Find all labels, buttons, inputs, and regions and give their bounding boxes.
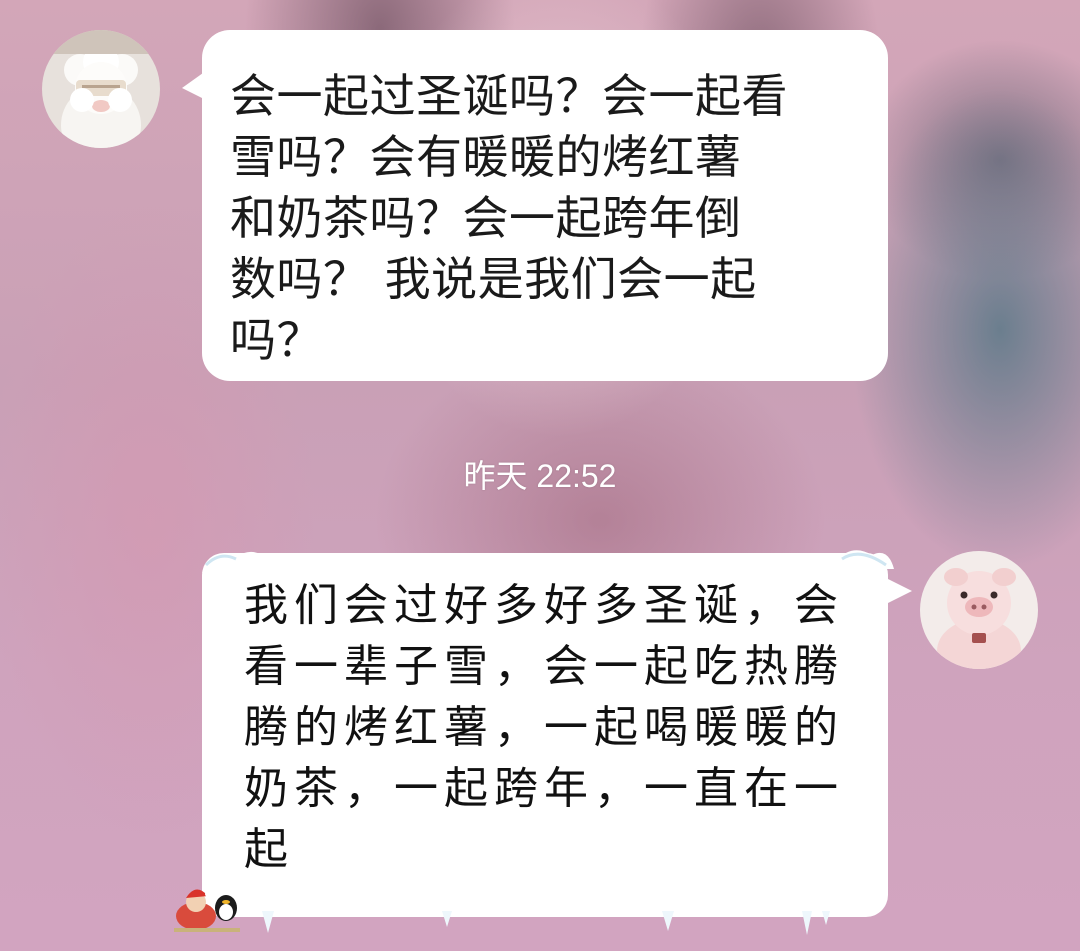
bubble-tail-icon	[884, 577, 912, 605]
incoming-message-text: 会一起过圣诞吗？会一起看 雪吗？会有暖暖的烤红薯 和奶茶吗？会一起跨年倒 数吗？…	[230, 69, 788, 367]
outgoing-message-bubble[interactable]: 我们会过好多好多圣诞，会 看一辈子雪，会一起吃热腾 腾的烤红薯，一起喝暖暖的 奶…	[202, 550, 912, 935]
incoming-message-bubble[interactable]: 会一起过圣诞吗？会一起看 雪吗？会有暖暖的烤红薯 和奶茶吗？会一起跨年倒 数吗？…	[182, 30, 888, 381]
christmas-sleigh-decoration-icon	[174, 880, 244, 940]
sheep-plush-avatar-icon[interactable]	[42, 30, 160, 148]
outgoing-message-text: 我们会过好多好多圣诞，会 看一辈子雪，会一起吃热腾 腾的烤红薯，一起喝暖暖的 奶…	[244, 580, 844, 875]
snow-cap-decoration-icon	[202, 550, 894, 573]
message-timestamp: 昨天 22:52	[463, 458, 617, 494]
icicles-decoration-icon	[262, 911, 830, 935]
bubble-tail-icon	[182, 68, 210, 102]
pig-plush-avatar-icon[interactable]	[920, 551, 1038, 669]
